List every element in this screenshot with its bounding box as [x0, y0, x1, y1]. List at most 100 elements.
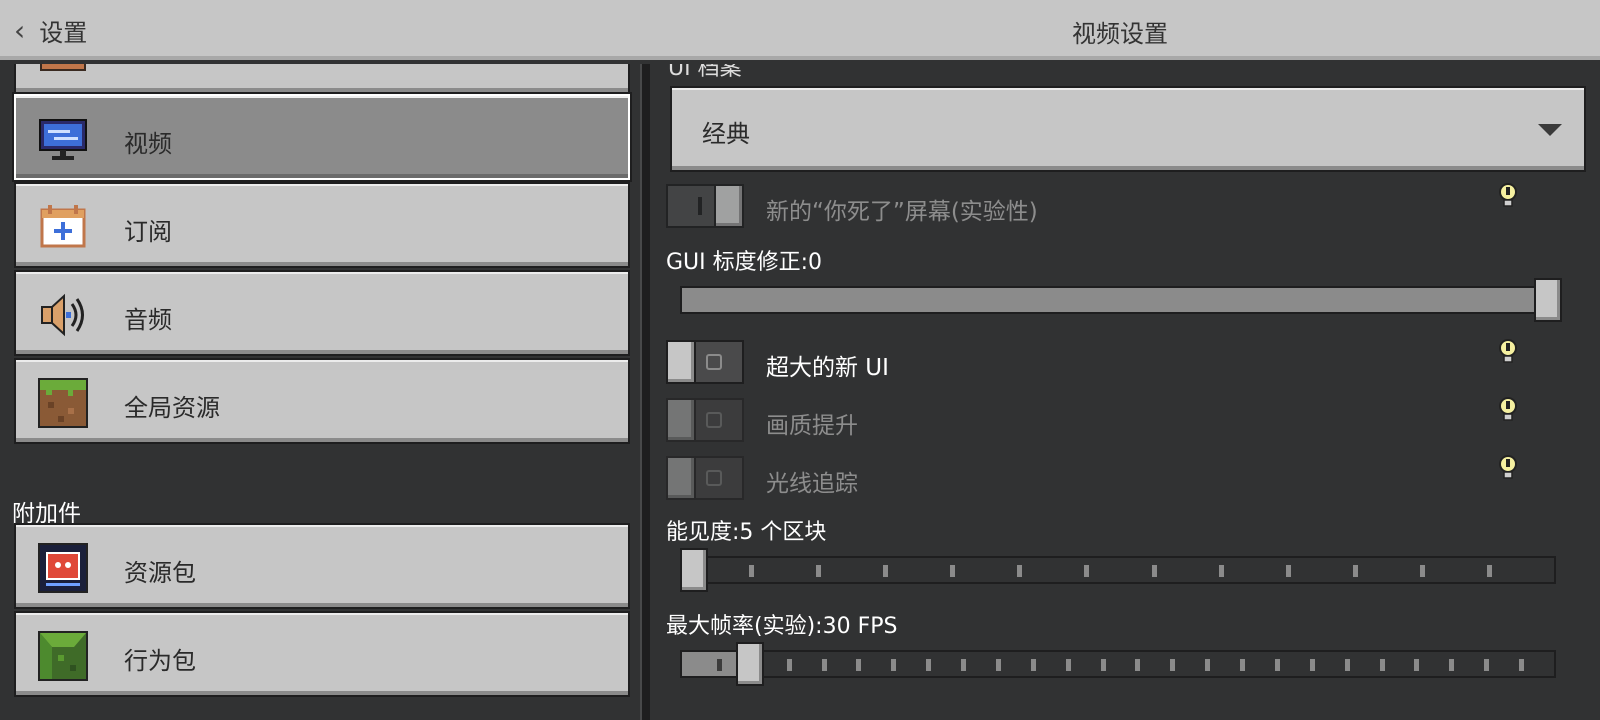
new-death-screen-toggle[interactable]: [666, 184, 744, 228]
settings-sidebar: 视频 订阅 音频 全局资源 附加件 资源包 行为包: [0, 64, 640, 720]
slider-tick: [961, 659, 967, 671]
info-bulb-icon[interactable]: [1498, 182, 1518, 208]
toggle-off-mark: [706, 470, 722, 486]
toggle-knob: [666, 398, 696, 442]
toggle-knob: [666, 456, 696, 500]
sidebar-item-label: 全局资源: [124, 394, 220, 422]
setting-new-death-screen: 新的“你死了”屏幕(实验性): [652, 180, 1600, 230]
slider-tick: [1218, 565, 1224, 577]
ray-tracing-toggle[interactable]: [666, 456, 744, 500]
upscaling-toggle[interactable]: [666, 398, 744, 442]
slider-tick: [816, 565, 822, 577]
back-button[interactable]: ‹ 设置: [14, 8, 87, 52]
render-distance-slider[interactable]: [680, 556, 1556, 584]
sidebar-item-audio[interactable]: 音频: [14, 270, 630, 356]
slider-tick: [1486, 565, 1492, 577]
large-new-ui-toggle[interactable]: [666, 340, 744, 384]
toggle-knob: [714, 184, 744, 228]
sidebar-item-subscription[interactable]: 订阅: [14, 182, 630, 268]
video-settings-panel: UI 档案 经典 新的“你死了”屏幕(实验性) GUI 标度修正:0 超大的新 …: [652, 64, 1600, 720]
speaker-icon: [41, 293, 84, 337]
sidebar-item-partial[interactable]: [14, 64, 630, 94]
sidebar-item-label: 音频: [124, 306, 172, 334]
slider-tick: [1285, 565, 1291, 577]
ray-tracing-label: 光线追踪: [766, 471, 858, 497]
slider-tick: [1170, 659, 1176, 671]
upscaling-label: 画质提升: [766, 413, 858, 439]
sidebar-item-label: 订阅: [124, 218, 172, 246]
slider-tick: [716, 659, 722, 671]
slider-tick: [1274, 659, 1280, 671]
toggle-off-mark: [706, 354, 722, 370]
render-distance-label: 能见度:5 个区块: [666, 520, 827, 545]
slider-tick: [786, 659, 792, 671]
slider-tick: [1352, 565, 1358, 577]
slider-tick: [1344, 659, 1350, 671]
slider-tick: [1519, 659, 1525, 671]
slider-tick: [1414, 659, 1420, 671]
toggle-off-mark: [706, 412, 722, 428]
caret-down-icon: [1538, 124, 1562, 136]
slider-tick: [856, 659, 862, 671]
slider-fill: [682, 288, 1558, 312]
setting-upscaling: 画质提升: [652, 394, 1600, 444]
ui-profile-dropdown[interactable]: 经典: [670, 86, 1586, 172]
info-bulb-icon[interactable]: [1498, 454, 1518, 480]
gui-scale-label: GUI 标度修正:0: [666, 250, 823, 275]
sidebar-item-label: 行为包: [124, 647, 196, 675]
info-bulb-icon[interactable]: [1498, 338, 1518, 364]
max-framerate-slider[interactable]: [680, 650, 1556, 678]
new-death-screen-label: 新的“你死了”屏幕(实验性): [766, 199, 1038, 225]
gui-scale-slider[interactable]: [680, 286, 1558, 314]
slider-tick: [1240, 659, 1246, 671]
slider-tick: [1030, 659, 1036, 671]
panel-divider: [640, 64, 650, 720]
info-bulb-icon[interactable]: [1498, 396, 1518, 422]
slider-tick: [995, 659, 1001, 671]
back-button-label: 设置: [39, 18, 88, 47]
slider-tick: [1135, 659, 1141, 671]
toggle-knob: [666, 340, 696, 384]
sidebar-item-global-resources[interactable]: 全局资源: [14, 358, 630, 444]
max-framerate-label: 最大帧率(实验):30 FPS: [666, 614, 898, 639]
slider-tick: [1449, 659, 1455, 671]
slider-tick: [1205, 659, 1211, 671]
resource-pack-icon: [38, 543, 88, 593]
page-title: 视频设置: [1072, 20, 1168, 48]
max-framerate-handle[interactable]: [735, 642, 764, 686]
gui-scale-handle[interactable]: [1534, 278, 1562, 322]
slider-tick: [749, 565, 755, 577]
calendar-plus-icon: [40, 205, 86, 248]
monitor-icon: [39, 119, 87, 160]
partial-item-icon: [40, 64, 86, 71]
slider-tick: [926, 659, 932, 671]
chevron-left-icon: ‹: [14, 13, 26, 47]
slider-tick: [1065, 659, 1071, 671]
setting-large-new-ui: 超大的新 UI: [652, 336, 1600, 386]
slider-tick: [1379, 659, 1385, 671]
sidebar-item-label: 资源包: [124, 559, 196, 587]
slider-tick: [883, 565, 889, 577]
setting-ray-tracing: 光线追踪: [652, 452, 1600, 502]
sidebar-item-behavior-packs[interactable]: 行为包: [14, 611, 630, 697]
slider-tick: [1017, 565, 1023, 577]
grass-block-icon: [38, 378, 88, 428]
slider-tick: [1084, 565, 1090, 577]
top-bar: ‹ 设置 视频设置: [0, 0, 1600, 60]
slider-tick: [891, 659, 897, 671]
large-new-ui-label: 超大的新 UI: [766, 355, 889, 381]
behavior-pack-icon: [38, 631, 88, 681]
slider-tick: [1309, 659, 1315, 671]
render-distance-handle[interactable]: [680, 548, 708, 592]
sidebar-item-label: 视频: [124, 130, 172, 158]
ui-profile-value: 经典: [702, 120, 750, 148]
slider-tick: [1151, 565, 1157, 577]
ui-profile-label: UI 档案: [668, 64, 742, 81]
slider-tick: [1484, 659, 1490, 671]
slider-tick: [1100, 659, 1106, 671]
sidebar-item-video[interactable]: 视频: [12, 92, 632, 182]
toggle-on-mark: [698, 197, 702, 215]
slider-tick: [1419, 565, 1425, 577]
sidebar-item-resource-packs[interactable]: 资源包: [14, 523, 630, 609]
slider-tick: [821, 659, 827, 671]
